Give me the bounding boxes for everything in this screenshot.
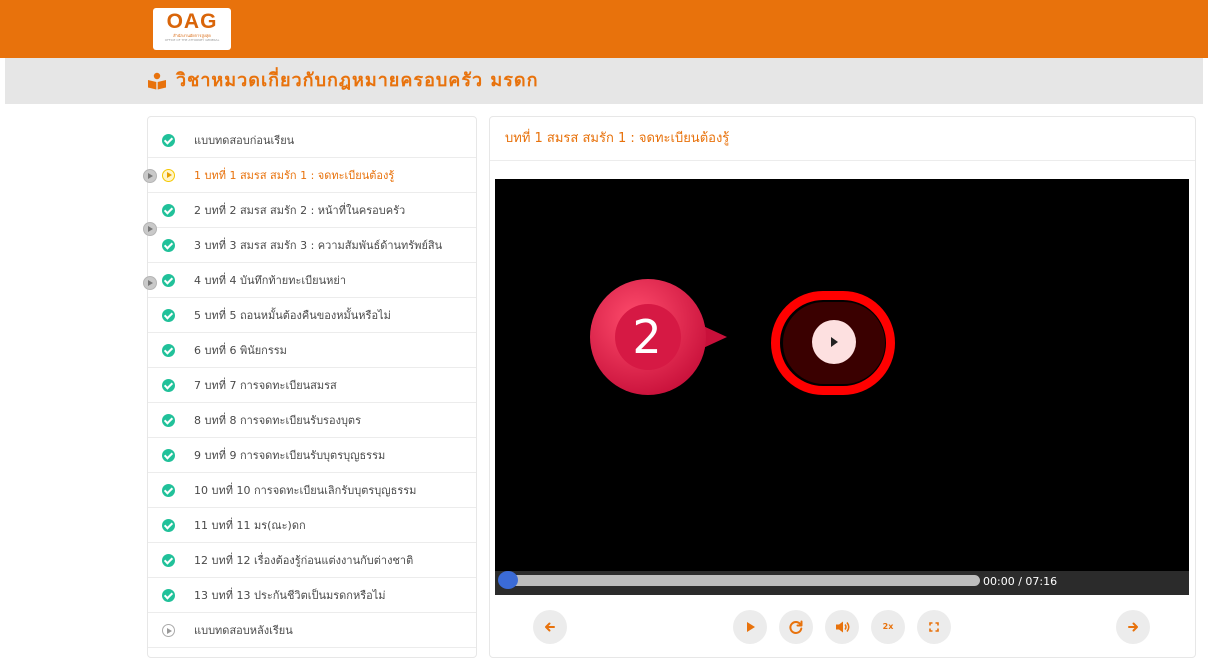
lesson-list: แบบทดสอบก่อนเรียน 1 บทที่ 1 สมรส สมรัก 1 …	[147, 116, 477, 658]
next-button[interactable]	[1116, 610, 1150, 644]
lesson-item[interactable]: 1 บทที่ 1 สมรส สมรัก 1 : จดทะเบียนต้องรู…	[148, 158, 476, 193]
lesson-label: แบบทดสอบก่อนเรียน	[194, 134, 295, 147]
check-circle-icon	[162, 379, 175, 392]
check-circle-icon	[162, 589, 175, 602]
lesson-label: 11 บทที่ 11 มร(ณะ)ดก	[194, 519, 306, 532]
lesson-label: 12 บทที่ 12 เรื่องต้องรู้ก่อนแต่งงานกับต…	[194, 554, 414, 567]
arrow-left-icon	[545, 622, 555, 632]
step-number: 2	[632, 310, 662, 364]
speed-label: 2x	[882, 622, 894, 631]
lesson-play-marker[interactable]	[143, 169, 157, 183]
check-circle-icon	[162, 519, 175, 532]
arrow-right-icon	[1128, 622, 1138, 632]
lesson-label: 5 บทที่ 5 ถอนหมั้นต้องคืนของหมั้นหรือไม่	[194, 309, 391, 322]
check-circle-icon	[162, 134, 175, 147]
lesson-label: 10 บทที่ 10 การจดทะเบียนเลิกรับบุตรบุญธร…	[194, 484, 417, 497]
fullscreen-button[interactable]	[917, 610, 951, 644]
oag-logo[interactable]: OAG สำนักงานอัยการสูงสุด OFFICE OF THE A…	[153, 8, 231, 50]
video-title: บทที่ 1 สมรส สมรัก 1 : จดทะเบียนต้องรู้	[505, 131, 730, 146]
lesson-item[interactable]: 8 บทที่ 8 การจดทะเบียนรับรองบุตร	[148, 403, 476, 438]
play-circle-icon	[162, 624, 175, 637]
lesson-item[interactable]: 12 บทที่ 12 เรื่องต้องรู้ก่อนแต่งงานกับต…	[148, 543, 476, 578]
lesson-label: 8 บทที่ 8 การจดทะเบียนรับรองบุตร	[194, 414, 361, 427]
lesson-item[interactable]: 6 บทที่ 6 พินัยกรรม	[148, 333, 476, 368]
lesson-label: 1 บทที่ 1 สมรส สมรัก 1 : จดทะเบียนต้องรู…	[194, 169, 395, 182]
fullscreen-icon	[929, 622, 939, 632]
lesson-label: 4 บทที่ 4 บันทึกท้ายทะเบียนหย่า	[194, 274, 346, 287]
volume-button[interactable]	[825, 610, 859, 644]
lesson-label: 2 บทที่ 2 สมรส สมรัก 2 : หน้าที่ในครอบคร…	[194, 204, 406, 217]
replay-button[interactable]	[779, 610, 813, 644]
check-circle-icon	[162, 449, 175, 462]
course-title: วิชาหมวดเกี่ยวกับกฎหมายครอบครัว มรดก	[176, 70, 539, 91]
time-display: 00:00 / 07:16	[983, 575, 1058, 588]
check-circle-icon	[162, 484, 175, 497]
volume-icon	[836, 621, 850, 633]
check-circle-icon	[162, 554, 175, 567]
progress-track[interactable]	[505, 575, 980, 586]
lesson-label: 7 บทที่ 7 การจดทะเบียนสมรส	[194, 379, 337, 392]
check-circle-icon	[162, 204, 175, 217]
lesson-item[interactable]: 11 บทที่ 11 มร(ณะ)ดก	[148, 508, 476, 543]
lesson-item[interactable]: 5 บทที่ 5 ถอนหมั้นต้องคืนของหมั้นหรือไม่	[148, 298, 476, 333]
lesson-item[interactable]: 7 บทที่ 7 การจดทะเบียนสมรส	[148, 368, 476, 403]
lesson-item[interactable]: 4 บทที่ 4 บันทึกท้ายทะเบียนหย่า	[148, 263, 476, 298]
check-circle-icon	[162, 344, 175, 357]
lesson-label: แบบทดสอบหลังเรียน	[194, 624, 293, 637]
check-circle-icon	[162, 239, 175, 252]
previous-button[interactable]	[533, 610, 567, 644]
check-circle-icon	[162, 309, 175, 322]
lesson-label: 3 บทที่ 3 สมรส สมรัก 3 : ความสัมพันธ์ด้า…	[194, 239, 443, 252]
replay-icon	[789, 620, 803, 634]
lesson-label: 13 บทที่ 13 ประกันชีวิตเป็นมรดกหรือไม่	[194, 589, 386, 602]
logo-text: OAG	[166, 10, 218, 33]
big-play-button[interactable]	[812, 320, 856, 364]
play-icon	[747, 622, 755, 632]
progress-knob[interactable]	[498, 571, 518, 589]
lesson-item[interactable]: 2 บทที่ 2 สมรส สมรัก 2 : หน้าที่ในครอบคร…	[148, 193, 476, 228]
book-reader-icon	[148, 72, 166, 90]
check-circle-icon	[162, 414, 175, 427]
lesson-play-marker[interactable]	[143, 276, 157, 290]
speed-button[interactable]: 2x	[871, 610, 905, 644]
lesson-play-marker[interactable]	[143, 222, 157, 236]
lesson-item[interactable]: แบบทดสอบหลังเรียน	[148, 613, 476, 648]
divider	[490, 160, 1195, 161]
lesson-label: 9 บทที่ 9 การจดทะเบียนรับบุตรบุญธรรม	[194, 449, 386, 462]
lesson-label: 6 บทที่ 6 พินัยกรรม	[194, 344, 287, 357]
lesson-item[interactable]: 10 บทที่ 10 การจดทะเบียนเลิกรับบุตรบุญธร…	[148, 473, 476, 508]
check-circle-icon	[162, 274, 175, 287]
lesson-item[interactable]: 3 บทที่ 3 สมรส สมรัก 3 : ความสัมพันธ์ด้า…	[148, 228, 476, 263]
lesson-item[interactable]: แบบทดสอบก่อนเรียน	[148, 123, 476, 158]
play-button[interactable]	[733, 610, 767, 644]
logo-subtitle-en: OFFICE OF THE ATTORNEY GENERAL	[164, 38, 220, 42]
current-play-icon	[162, 169, 175, 182]
lesson-item[interactable]: 13 บทที่ 13 ประกันชีวิตเป็นมรดกหรือไม่	[148, 578, 476, 613]
lesson-item[interactable]: 9 บทที่ 9 การจดทะเบียนรับบุตรบุญธรรม	[148, 438, 476, 473]
